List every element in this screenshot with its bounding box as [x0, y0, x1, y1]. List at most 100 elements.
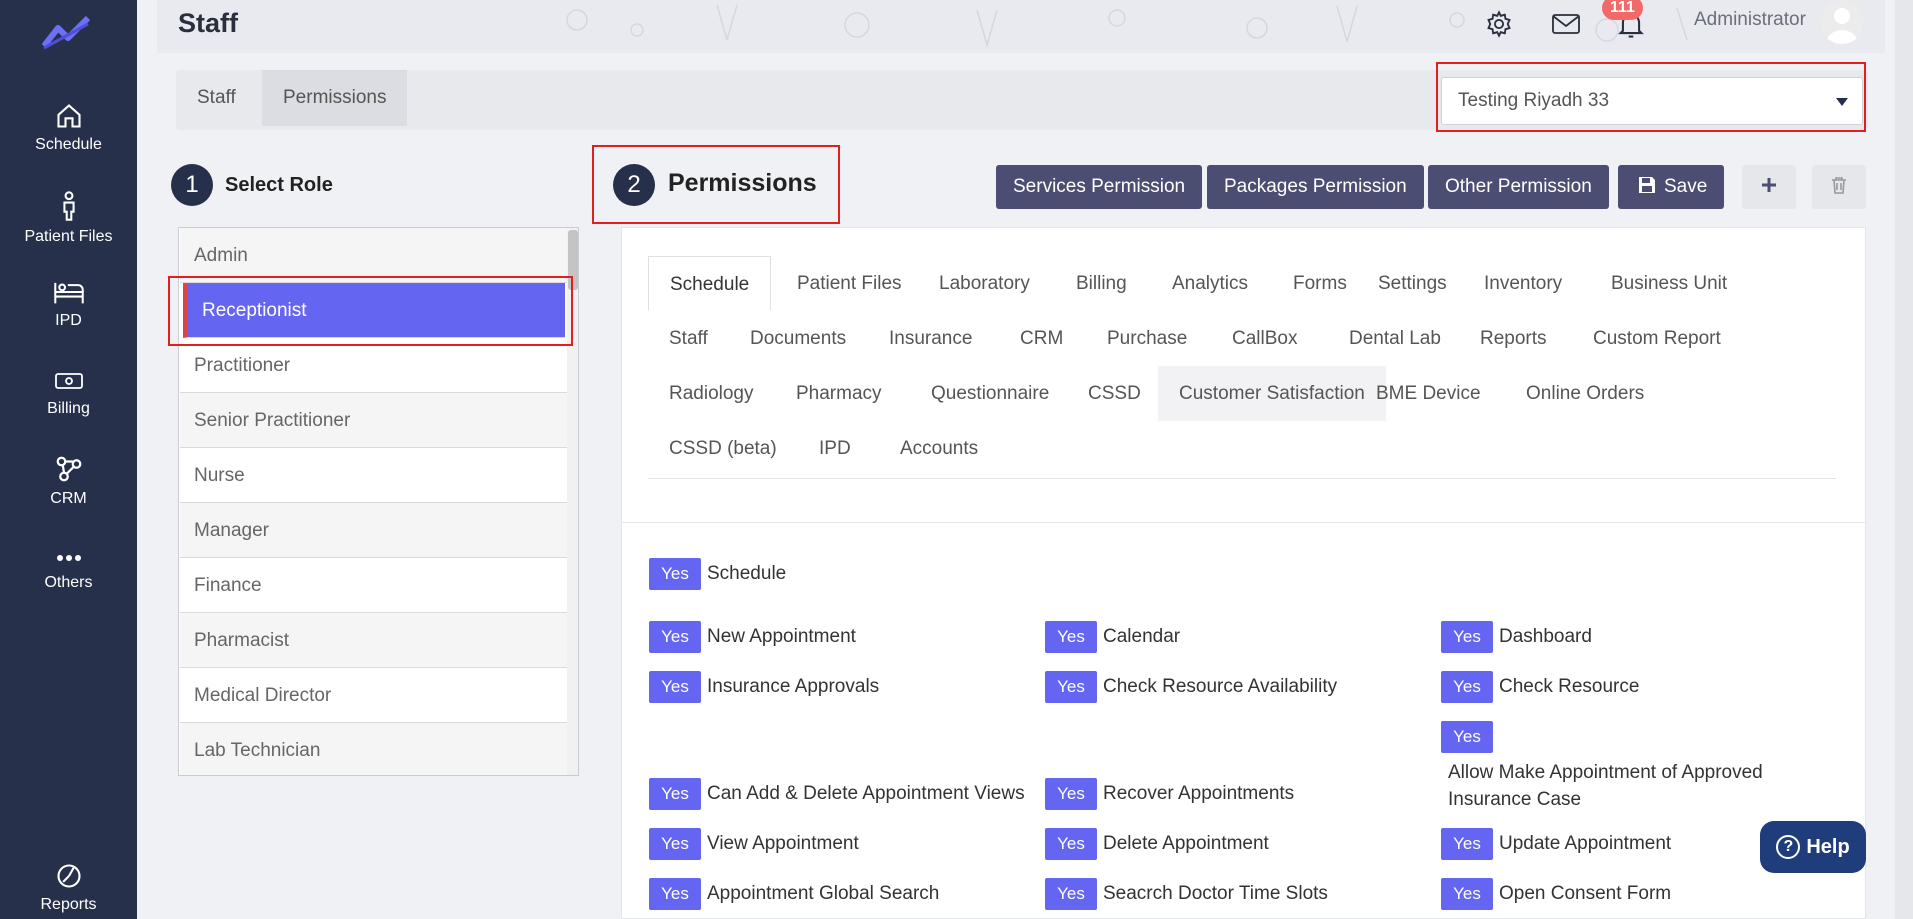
perm-label: Schedule — [707, 563, 787, 584]
avatar[interactable] — [1820, 0, 1864, 44]
module-tab-business-unit[interactable]: Business Unit — [1590, 256, 1748, 311]
more-icon — [56, 555, 81, 561]
top-header: Staff 111 Administrator — [157, 0, 1885, 53]
module-tab-reports[interactable]: Reports — [1459, 311, 1568, 366]
role-item-admin[interactable]: Admin — [180, 228, 567, 283]
module-tab-bme-device[interactable]: BME Device — [1355, 366, 1502, 421]
packages-permission-button[interactable]: Packages Permission — [1207, 165, 1424, 209]
module-tab-dental-lab[interactable]: Dental Lab — [1328, 311, 1462, 366]
step-number-1: 1 — [171, 164, 213, 206]
yes-toggle[interactable]: Yes — [1441, 671, 1493, 703]
perm-global-search: Yes Appointment Global Search — [649, 878, 939, 910]
branch-select[interactable]: Testing Riyadh 33 — [1441, 77, 1863, 125]
module-tab-analytics[interactable]: Analytics — [1151, 256, 1269, 311]
sidebar-label: Patient Files — [24, 228, 113, 245]
yes-toggle[interactable]: Yes — [649, 828, 701, 860]
yes-toggle[interactable]: Yes — [1045, 778, 1097, 810]
module-tab-customer-satisfaction[interactable]: Customer Satisfaction — [1158, 366, 1386, 421]
module-tab-schedule[interactable]: Schedule — [648, 256, 772, 311]
yes-toggle[interactable]: Yes — [1045, 828, 1097, 860]
tab-staff[interactable]: Staff — [176, 70, 257, 126]
services-permission-button[interactable]: Services Permission — [996, 165, 1203, 209]
user-name[interactable]: Administrator — [1694, 9, 1806, 31]
perm-label: Check Resource Availability — [1103, 676, 1338, 697]
sidebar-item-schedule[interactable]: Schedule — [0, 102, 137, 154]
module-tab-accounts[interactable]: Accounts — [879, 421, 999, 476]
perm-label: Seacrch Doctor Time Slots — [1103, 883, 1328, 904]
module-tab-forms[interactable]: Forms — [1272, 256, 1368, 311]
perm-label: Check Resource — [1499, 676, 1640, 697]
user-avatar-icon — [1820, 0, 1864, 44]
yes-toggle[interactable]: Yes — [649, 621, 701, 653]
yes-toggle[interactable]: Yes — [1441, 621, 1493, 653]
yes-toggle[interactable]: Yes — [649, 671, 701, 703]
module-tab-crm[interactable]: CRM — [999, 311, 1084, 366]
perm-update-appointment: Yes Update Appointment — [1441, 828, 1671, 860]
permissions-panel: Schedule Patient Files Laboratory Billin… — [621, 227, 1866, 919]
yes-toggle[interactable]: Yes — [649, 878, 701, 910]
perm-dashboard: Yes Dashboard — [1441, 621, 1592, 653]
sidebar-item-crm[interactable]: CRM — [0, 454, 137, 508]
module-tab-pharmacy[interactable]: Pharmacy — [775, 366, 903, 421]
yes-toggle[interactable]: Yes — [1045, 878, 1097, 910]
role-item-senior-practitioner[interactable]: Senior Practitioner — [180, 393, 567, 448]
yes-toggle[interactable]: Yes — [1441, 878, 1493, 910]
sidebar-label: Schedule — [35, 136, 102, 153]
perm-new-appointment: Yes New Appointment — [649, 621, 856, 653]
notification-badge[interactable]: 111 — [1602, 0, 1643, 20]
sidebar-item-reports[interactable]: Reports — [0, 862, 137, 914]
role-item-nurse[interactable]: Nurse — [180, 448, 567, 503]
module-tab-cssd[interactable]: CSSD — [1067, 366, 1162, 421]
module-tab-purchase[interactable]: Purchase — [1086, 311, 1208, 366]
role-item-finance[interactable]: Finance — [180, 558, 567, 613]
other-permission-button[interactable]: Other Permission — [1428, 165, 1609, 209]
module-tab-ipd[interactable]: IPD — [798, 421, 872, 476]
yes-toggle[interactable]: Yes — [1441, 828, 1493, 860]
yes-toggle[interactable]: Yes — [649, 558, 701, 590]
perm-allow-approved-insurance: Yes Allow Make Appointment of Approved I… — [1441, 721, 1841, 813]
module-tab-patient-files[interactable]: Patient Files — [776, 256, 923, 311]
yes-toggle[interactable]: Yes — [1045, 671, 1097, 703]
module-tab-callbox[interactable]: CallBox — [1211, 311, 1318, 366]
perm-insurance-approvals: Yes Insurance Approvals — [649, 671, 879, 703]
module-tab-settings[interactable]: Settings — [1357, 256, 1468, 311]
module-tab-questionnaire[interactable]: Questionnaire — [910, 366, 1070, 421]
module-tab-insurance[interactable]: Insurance — [868, 311, 993, 366]
tab-permissions[interactable]: Permissions — [262, 70, 408, 126]
perm-label: New Appointment — [707, 626, 856, 647]
module-tab-laboratory[interactable]: Laboratory — [918, 256, 1051, 311]
page-scrollbar[interactable] — [1895, 0, 1913, 919]
module-tab-cssd-beta[interactable]: CSSD (beta) — [648, 421, 798, 476]
module-tab-radiology[interactable]: Radiology — [648, 366, 775, 421]
module-tab-inventory[interactable]: Inventory — [1463, 256, 1583, 311]
role-item-practitioner[interactable]: Practitioner — [180, 338, 567, 393]
yes-toggle[interactable]: Yes — [1441, 721, 1493, 753]
module-tab-custom-report[interactable]: Custom Report — [1572, 311, 1742, 366]
yes-toggle[interactable]: Yes — [649, 778, 701, 810]
logo-icon — [42, 15, 91, 50]
module-tab-online-orders[interactable]: Online Orders — [1505, 366, 1665, 421]
yes-toggle[interactable]: Yes — [1045, 621, 1097, 653]
perm-calendar: Yes Calendar — [1045, 621, 1180, 653]
plus-icon — [1762, 178, 1776, 192]
module-tab-staff[interactable]: Staff — [648, 311, 729, 366]
save-button[interactable]: Save — [1618, 165, 1725, 209]
role-item-pharmacist[interactable]: Pharmacist — [180, 613, 567, 668]
sidebar-item-patient-files[interactable]: Patient Files — [0, 190, 137, 246]
add-button[interactable] — [1742, 165, 1796, 209]
sidebar-item-ipd[interactable]: IPD — [0, 278, 137, 330]
sidebar-item-billing[interactable]: Billing — [0, 368, 137, 418]
role-item-lab-technician[interactable]: Lab Technician — [180, 723, 567, 775]
help-button[interactable]: ? Help — [1760, 821, 1866, 873]
step-number-2: 2 — [613, 164, 655, 206]
role-item-manager[interactable]: Manager — [180, 503, 567, 558]
sidebar-item-others[interactable]: Others — [0, 548, 137, 592]
mail-icon[interactable] — [1551, 12, 1581, 36]
module-tab-documents[interactable]: Documents — [729, 311, 867, 366]
role-item-medical-director[interactable]: Medical Director — [180, 668, 567, 723]
perm-schedule: Yes Schedule — [649, 558, 786, 590]
module-tab-billing[interactable]: Billing — [1055, 256, 1148, 311]
sidebar-label: IPD — [55, 312, 82, 329]
delete-button[interactable] — [1812, 165, 1866, 209]
gear-icon[interactable] — [1485, 10, 1513, 38]
